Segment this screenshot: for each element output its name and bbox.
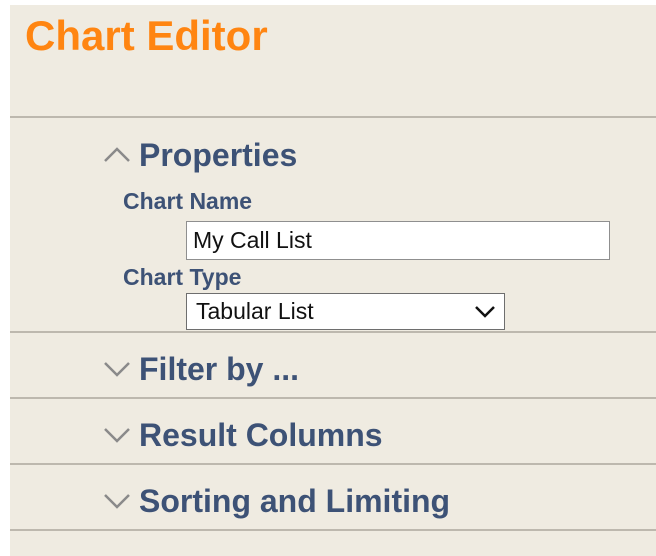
divider <box>10 331 656 333</box>
chart-name-label: Chart Name <box>123 188 253 214</box>
chart-type-select[interactable]: Tabular List <box>186 293 505 330</box>
properties-section-title: Properties <box>139 136 298 173</box>
filter-section-header[interactable]: Filter by ... <box>103 349 299 389</box>
chart-name-field[interactable] <box>186 221 610 260</box>
result-columns-section-header[interactable]: Result Columns <box>103 415 383 455</box>
divider <box>10 529 656 531</box>
chart-type-selected-value: Tabular List <box>196 298 314 324</box>
result-columns-section-title: Result Columns <box>139 416 383 453</box>
divider <box>10 397 656 399</box>
chevron-down-icon <box>104 428 130 443</box>
page-title: Chart Editor <box>25 12 268 59</box>
sorting-section-title: Sorting and Limiting <box>139 482 451 519</box>
chevron-down-icon <box>104 494 130 509</box>
chevron-down-icon <box>475 305 495 318</box>
chevron-up-icon <box>104 147 130 162</box>
chart-editor-panel <box>10 5 656 556</box>
properties-section-header[interactable]: Properties <box>103 135 297 175</box>
chart-type-label: Chart Type <box>123 264 242 290</box>
sorting-section-header[interactable]: Sorting and Limiting <box>103 481 450 521</box>
chevron-down-icon <box>104 362 130 377</box>
divider <box>10 116 656 118</box>
filter-section-title: Filter by ... <box>139 350 300 387</box>
divider <box>10 463 656 465</box>
